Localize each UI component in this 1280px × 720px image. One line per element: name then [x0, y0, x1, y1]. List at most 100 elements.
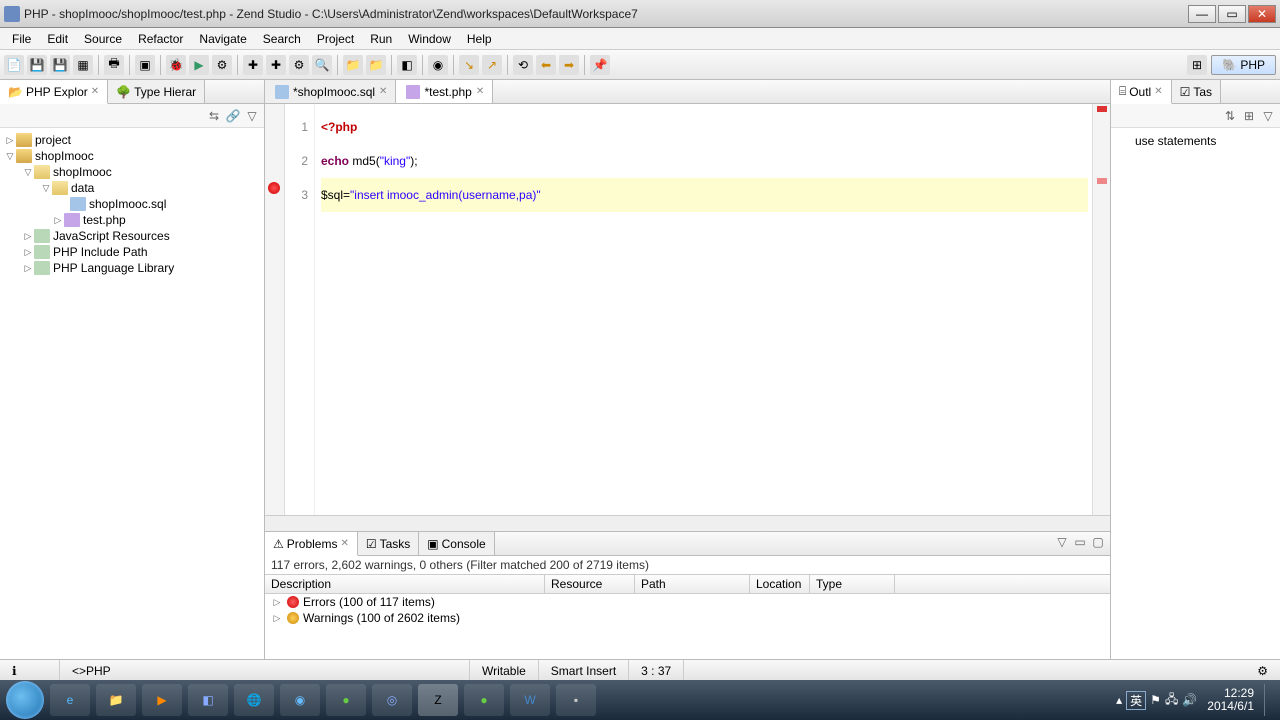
tree-item-data[interactable]: ▽data	[0, 180, 264, 196]
next-ann-icon[interactable]: ↘	[459, 55, 479, 75]
stop-icon[interactable]: ◉	[428, 55, 448, 75]
vertical-ruler[interactable]	[265, 104, 285, 515]
close-icon[interactable]: ✕	[1154, 86, 1162, 97]
back-icon[interactable]: ⬅	[536, 55, 556, 75]
prev-ann-icon[interactable]: ↗	[482, 55, 502, 75]
tray-up-icon[interactable]: ▴	[1116, 693, 1122, 707]
new-file-icon[interactable]: ✚	[266, 55, 286, 75]
app4-icon[interactable]: ◎	[372, 684, 412, 716]
app3-icon[interactable]: ●	[326, 684, 366, 716]
view-menu-icon[interactable]: ▽	[1054, 534, 1070, 550]
folder2-icon[interactable]: 📁	[366, 55, 386, 75]
outline-item[interactable]: use statements	[1115, 132, 1276, 150]
ie-icon[interactable]: e	[50, 684, 90, 716]
ime-icon[interactable]: 英	[1126, 691, 1146, 710]
problems-table[interactable]: Description Resource Path Location Type …	[265, 574, 1110, 659]
tree-item-sql[interactable]: shopImooc.sql	[0, 196, 264, 212]
menu-project[interactable]: Project	[309, 30, 362, 48]
outline-tab[interactable]: ⌸ Outl ✕	[1111, 80, 1172, 104]
menu-help[interactable]: Help	[459, 30, 500, 48]
horizontal-scrollbar[interactable]	[265, 515, 1110, 531]
pin-icon[interactable]: 📌	[590, 55, 610, 75]
maximize-button[interactable]: ▭	[1218, 5, 1246, 23]
explorer-icon[interactable]: 📁	[96, 684, 136, 716]
menu-run[interactable]: Run	[362, 30, 400, 48]
system-tray[interactable]: ▴ 英 ⚑ 🖧 🔊 12:29 2014/6/1	[1116, 684, 1274, 716]
editor-tab-testphp[interactable]: *test.php ✕	[396, 80, 493, 103]
wmp-icon[interactable]: ▶	[142, 684, 182, 716]
debug-icon[interactable]: 🐞	[166, 55, 186, 75]
tree-item-testphp[interactable]: ▷test.php	[0, 212, 264, 228]
overview-error-icon[interactable]	[1097, 106, 1107, 112]
close-icon[interactable]: ✕	[379, 86, 387, 97]
tree-item-shopimooc2[interactable]: ▽shopImooc	[0, 164, 264, 180]
app1-icon[interactable]: ◧	[188, 684, 228, 716]
minimize-view-icon[interactable]: ▭	[1072, 534, 1088, 550]
last-edit-icon[interactable]: ⟲	[513, 55, 533, 75]
print-icon[interactable]: 🖶	[104, 55, 124, 75]
app2-icon[interactable]: ◉	[280, 684, 320, 716]
editor-body[interactable]: 1 2 3 <?php echo md5("king"); $sql="inse…	[265, 104, 1110, 515]
tasks-tab[interactable]: ☑ Tas	[1172, 80, 1221, 103]
menu-refactor[interactable]: Refactor	[130, 30, 191, 48]
tree-item-shopimooc[interactable]: ▽shopImooc	[0, 148, 264, 164]
cmd-icon[interactable]: ▪	[556, 684, 596, 716]
menu-icon[interactable]: ▽	[1260, 108, 1276, 124]
show-desktop[interactable]	[1264, 684, 1274, 716]
open-perspective-icon[interactable]: ⊞	[1187, 55, 1207, 75]
save-icon[interactable]: 💾	[27, 55, 47, 75]
close-icon[interactable]: ✕	[476, 86, 484, 97]
menu-navigate[interactable]: Navigate	[191, 30, 254, 48]
word-icon[interactable]: W	[510, 684, 550, 716]
tree-item-includepath[interactable]: ▷PHP Include Path	[0, 244, 264, 260]
console-tab[interactable]: ▣ Console	[419, 532, 494, 555]
menu-source[interactable]: Source	[76, 30, 130, 48]
close-icon[interactable]: ✕	[340, 538, 348, 549]
run-icon[interactable]: ▶	[189, 55, 209, 75]
problems-row-errors[interactable]: ▷Errors (100 of 117 items)	[265, 594, 1110, 610]
menu-edit[interactable]: Edit	[39, 30, 76, 48]
marker-icon[interactable]: ◧	[397, 55, 417, 75]
tree-item-jsres[interactable]: ▷JavaScript Resources	[0, 228, 264, 244]
collapse-icon[interactable]: ⇆	[206, 108, 222, 124]
menu-file[interactable]: File	[4, 30, 39, 48]
outline-body[interactable]: use statements	[1111, 128, 1280, 659]
menu-search[interactable]: Search	[255, 30, 309, 48]
problems-row-warnings[interactable]: ▷Warnings (100 of 2602 items)	[265, 610, 1110, 626]
overview-ruler[interactable]	[1092, 104, 1110, 515]
folder-icon[interactable]: 📁	[343, 55, 363, 75]
type-hierarchy-tab[interactable]: 🌳 Type Hierar	[108, 80, 205, 103]
toggle-icon[interactable]: ▦	[73, 55, 93, 75]
sort-icon[interactable]: ⇅	[1222, 108, 1238, 124]
build-icon[interactable]: ▣	[135, 55, 155, 75]
php-explorer-tab[interactable]: 📂 PHP Explor ✕	[0, 80, 108, 104]
chrome-icon[interactable]: 🌐	[234, 684, 274, 716]
tasks-tab[interactable]: ☑ Tasks	[358, 532, 419, 555]
overview-error-icon[interactable]	[1097, 178, 1107, 184]
php-perspective[interactable]: 🐘 PHP	[1211, 55, 1276, 75]
taskbar-clock[interactable]: 12:29 2014/6/1	[1201, 687, 1260, 713]
editor-tab-sql[interactable]: *shopImooc.sql ✕	[265, 80, 396, 103]
app5-icon[interactable]: ●	[464, 684, 504, 716]
menu-window[interactable]: Window	[400, 30, 459, 48]
minimize-button[interactable]: —	[1188, 5, 1216, 23]
error-marker-icon[interactable]	[268, 182, 280, 194]
maximize-view-icon[interactable]: ▢	[1090, 534, 1106, 550]
volume-icon[interactable]: 🔊	[1182, 693, 1197, 707]
close-button[interactable]: ✕	[1248, 5, 1276, 23]
new-proj-icon[interactable]: ✚	[243, 55, 263, 75]
close-icon[interactable]: ✕	[91, 86, 99, 97]
project-tree[interactable]: ▷project ▽shopImooc ▽shopImooc ▽data sho…	[0, 128, 264, 659]
filter-icon[interactable]: ⊞	[1241, 108, 1257, 124]
link-icon[interactable]: 🔗	[225, 108, 241, 124]
problems-tab[interactable]: ⚠ Problems ✕	[265, 532, 358, 556]
action-icon[interactable]: ⚑	[1150, 693, 1161, 707]
start-button[interactable]	[6, 681, 44, 719]
code-area[interactable]: <?php echo md5("king"); $sql="insert imo…	[315, 104, 1092, 515]
new-icon[interactable]: 📄	[4, 55, 24, 75]
network-icon[interactable]: 🖧	[1165, 690, 1178, 711]
tree-item-project[interactable]: ▷project	[0, 132, 264, 148]
saveall-icon[interactable]: 💾	[50, 55, 70, 75]
zend-icon[interactable]: Z	[418, 684, 458, 716]
menu-icon[interactable]: ▽	[244, 108, 260, 124]
